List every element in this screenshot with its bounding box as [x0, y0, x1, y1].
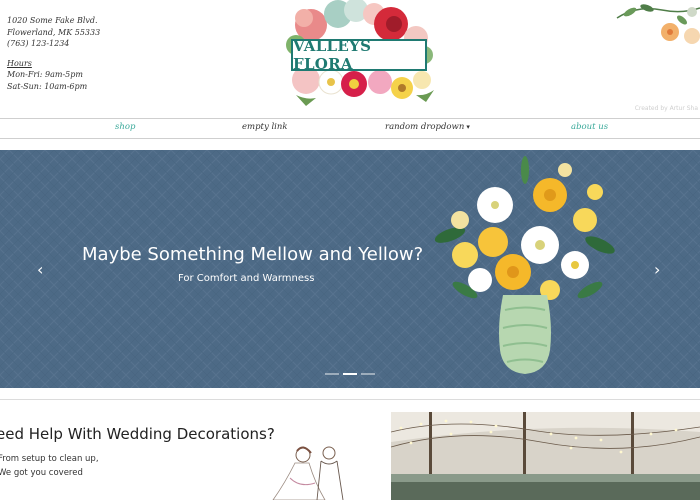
phone-number: (763) 123-1234 [7, 39, 70, 48]
address-line-2: Flowerland, MK 55333 [7, 27, 101, 37]
chevron-down-icon: ▾ [466, 123, 470, 131]
carousel-indicator[interactable] [361, 373, 375, 375]
nav-random-dropdown[interactable]: random dropdown ▾ [385, 122, 470, 132]
logo-text[interactable]: VALLEYS FLORA [291, 37, 427, 73]
hero-carousel: Maybe Something Mellow and Yellow? For C… [0, 150, 700, 388]
credit-text: Created by Artur Sha [634, 105, 698, 112]
hours-weekend: Sat-Sun: 10am-6pm [7, 81, 88, 91]
wedding-couple-illustration [272, 446, 344, 500]
hours-weekday: Mon-Fri: 9am-5pm [7, 70, 83, 79]
store-info: 1020 Some Fake Blvd. Flowerland, MK 5533… [7, 15, 100, 92]
carousel-indicator-active[interactable] [343, 373, 357, 375]
wedding-tent-photo [391, 412, 700, 500]
hours-title: Hours [7, 58, 32, 68]
hero-title: Maybe Something Mellow and Yellow? [82, 244, 424, 265]
main-nav: shop empty link random dropdown ▾ about u… [0, 118, 700, 139]
nav-random-dropdown-label: random dropdown [385, 122, 465, 132]
nav-empty-link[interactable]: empty link [242, 122, 288, 132]
wedding-line-1: From setup to clean up, [0, 454, 99, 464]
wedding-section-title: eed Help With Wedding Decorations? [0, 425, 275, 443]
carousel-indicator[interactable] [325, 373, 339, 375]
nav-about-us[interactable]: about us [571, 122, 608, 132]
site-header: 1020 Some Fake Blvd. Flowerland, MK 5533… [0, 0, 700, 118]
carousel-prev-arrow-icon[interactable]: ‹ [37, 260, 43, 279]
wedding-line-2: We got you covered [0, 468, 83, 478]
section-divider [0, 399, 700, 400]
address-line-1: 1020 Some Fake Blvd. [7, 16, 98, 25]
nav-shop[interactable]: shop [115, 122, 135, 132]
carousel-indicators [325, 373, 375, 375]
carousel-next-arrow-icon[interactable]: › [654, 260, 660, 279]
hero-subtitle: For Comfort and Warmness [178, 273, 315, 284]
bouquet-image [434, 156, 615, 374]
corner-flowers-decoration [616, 4, 700, 44]
